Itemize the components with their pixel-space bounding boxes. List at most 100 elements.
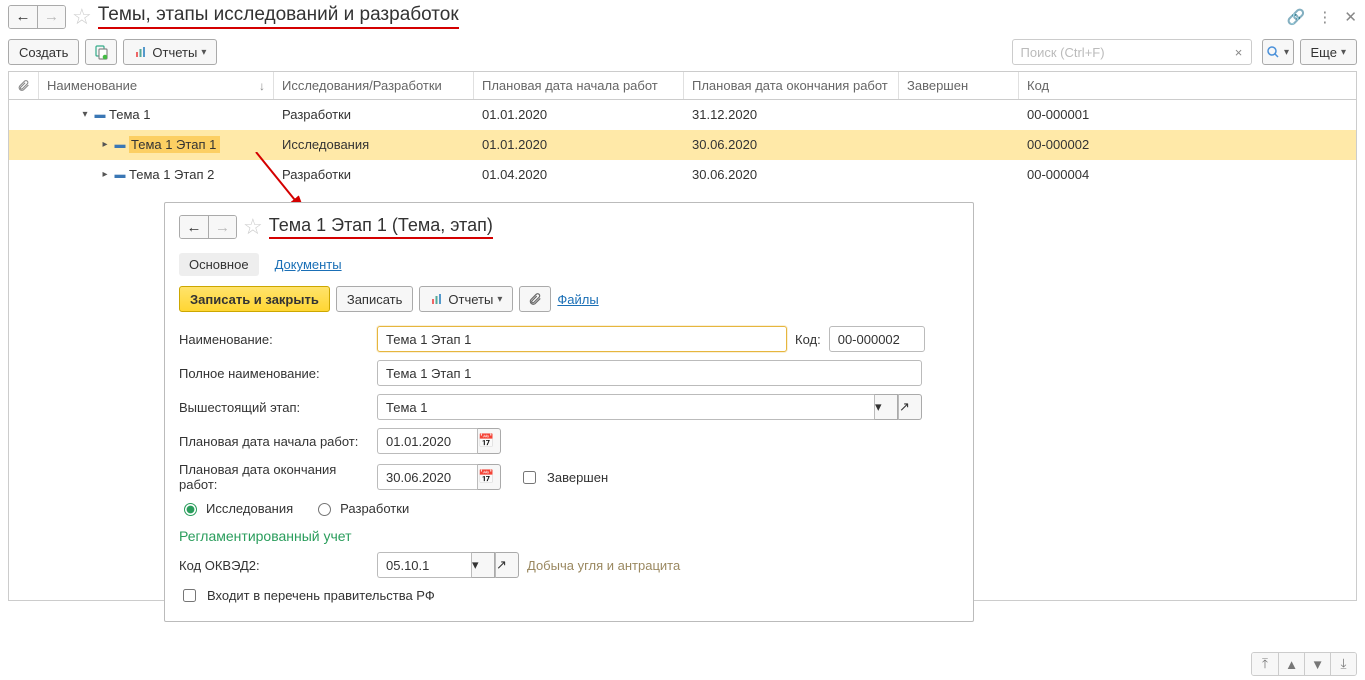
date-start-label: Плановая дата начала работ: — [179, 434, 369, 449]
name-label: Наименование: — [179, 332, 369, 347]
copy-icon — [93, 44, 109, 60]
okved-description: Добыча угля и антрацита — [527, 558, 680, 573]
titlebar: ← → ☆ Темы, этапы исследований и разрабо… — [0, 0, 1365, 33]
col-code[interactable]: Код — [1019, 72, 1356, 99]
chevron-down-icon: ▾ — [875, 399, 882, 415]
radio-research[interactable] — [184, 503, 197, 516]
pager-last-button[interactable]: ⤓ — [1330, 653, 1356, 675]
parent-field[interactable] — [377, 394, 874, 420]
attachments-button[interactable] — [519, 286, 551, 312]
parent-label: Вышестоящий этап: — [179, 400, 369, 415]
search-icon — [1266, 45, 1280, 59]
col-date-start[interactable]: Плановая дата начала работ — [474, 72, 684, 99]
tree-caret-icon[interactable]: ▸ — [99, 169, 111, 180]
pager-first-button[interactable]: ⤒ — [1252, 653, 1278, 675]
save-close-button[interactable]: Записать и закрыть — [179, 286, 330, 312]
name-field[interactable] — [377, 326, 787, 352]
card-nav-forward-button[interactable]: → — [208, 216, 236, 238]
code-field[interactable] — [829, 326, 925, 352]
okved-label: Код ОКВЭД2: — [179, 558, 369, 573]
reports-icon — [134, 45, 148, 59]
tree-item-icon: ▬ — [113, 169, 127, 181]
date-start-calendar-button[interactable]: 📅 — [477, 428, 501, 454]
tab-documents[interactable]: Документы — [275, 253, 342, 276]
table-row[interactable]: ▾▬Тема 1Разработки01.01.202031.12.202000… — [9, 100, 1356, 130]
parent-open-button[interactable]: ↗ — [898, 394, 922, 420]
tree-item-icon: ▬ — [93, 109, 107, 121]
gov-list-checkbox-label[interactable]: Входит в перечень правительства РФ — [179, 586, 959, 605]
nav-forward-button[interactable]: → — [37, 6, 65, 28]
nav-back-button[interactable]: ← — [9, 6, 37, 28]
chevron-down-icon: ▾ — [472, 557, 479, 573]
col-date-end[interactable]: Плановая дата окончания работ — [684, 72, 899, 99]
done-checkbox-label[interactable]: Завершен — [519, 468, 608, 487]
page-title: Темы, этапы исследований и разработок — [98, 4, 459, 29]
row-type: Разработки — [274, 107, 474, 122]
more-button[interactable]: Еще — [1300, 39, 1357, 65]
copy-button[interactable] — [85, 39, 117, 65]
save-button[interactable]: Записать — [336, 286, 414, 312]
col-name[interactable]: Наименование↓ — [39, 72, 274, 99]
okved-field[interactable] — [377, 552, 471, 578]
card-nav-back-button[interactable]: ← — [180, 216, 208, 238]
radio-dev[interactable] — [318, 503, 331, 516]
col-attachment[interactable] — [9, 72, 39, 99]
reports-icon — [430, 292, 444, 306]
pager-next-button[interactable]: ▼ — [1304, 653, 1330, 675]
radio-dev-label[interactable]: Разработки — [313, 500, 409, 516]
row-date-start: 01.01.2020 — [474, 137, 684, 152]
tree-caret-icon[interactable]: ▸ — [99, 139, 111, 150]
reports-button[interactable]: Отчеты — [123, 39, 217, 65]
gov-list-checkbox[interactable] — [183, 589, 196, 602]
full-name-field[interactable] — [377, 360, 922, 386]
table-row[interactable]: ▸▬Тема 1 Этап 1Исследования01.01.202030.… — [9, 130, 1356, 160]
row-name: Тема 1 Этап 1 — [129, 137, 220, 152]
row-code: 00-000001 — [1019, 107, 1356, 122]
tab-main[interactable]: Основное — [179, 253, 259, 276]
okved-open-button[interactable]: ↗ — [495, 552, 519, 578]
favorite-star-icon[interactable]: ☆ — [72, 6, 92, 28]
card-toolbar: Записать и закрыть Записать Отчеты Файлы — [179, 286, 959, 312]
row-date-end: 30.06.2020 — [684, 167, 899, 182]
search-clear-icon[interactable]: × — [1230, 45, 1248, 60]
row-code: 00-000002 — [1019, 137, 1356, 152]
type-radio-group: Исследования Разработки — [179, 500, 959, 516]
date-end-label: Плановая дата окончания работ: — [179, 462, 369, 492]
date-end-group: 📅 — [377, 464, 501, 490]
link-icon[interactable]: 🔗 — [1287, 8, 1306, 26]
row-code: 00-000004 — [1019, 167, 1356, 182]
calendar-icon: 📅 — [478, 469, 494, 485]
tree-caret-icon[interactable]: ▾ — [79, 109, 91, 120]
kebab-icon[interactable]: ⋮ — [1317, 8, 1332, 26]
date-end-calendar-button[interactable]: 📅 — [477, 464, 501, 490]
parent-dropdown-button[interactable]: ▾ — [874, 394, 898, 420]
card-tabs: Основное Документы — [179, 253, 959, 276]
tree-item-icon: ▬ — [113, 139, 127, 151]
table-row[interactable]: ▸▬Тема 1 Этап 2Разработки01.04.202030.06… — [9, 160, 1356, 190]
col-done[interactable]: Завершен — [899, 72, 1019, 99]
date-end-field[interactable] — [377, 464, 477, 490]
okved-dropdown-button[interactable]: ▾ — [471, 552, 495, 578]
search-input[interactable] — [1012, 39, 1252, 65]
row-name: Тема 1 Этап 2 — [129, 167, 214, 182]
row-date-end: 30.06.2020 — [684, 137, 899, 152]
parent-field-group: ▾ ↗ — [377, 394, 922, 420]
files-link[interactable]: Файлы — [557, 292, 598, 307]
radio-research-label[interactable]: Исследования — [179, 500, 293, 516]
search-button[interactable] — [1262, 39, 1294, 65]
done-checkbox[interactable] — [523, 471, 536, 484]
card-nav-buttons: ← → — [179, 215, 237, 239]
card-favorite-star-icon[interactable]: ☆ — [243, 216, 263, 238]
grid-pager: ⤒ ▲ ▼ ⤓ — [1251, 652, 1357, 676]
code-label: Код: — [795, 332, 821, 347]
date-start-field[interactable] — [377, 428, 477, 454]
open-icon: ↗ — [496, 557, 507, 573]
create-button[interactable]: Создать — [8, 39, 79, 65]
pager-prev-button[interactable]: ▲ — [1278, 653, 1304, 675]
col-type[interactable]: Исследования/Разработки — [274, 72, 474, 99]
row-date-start: 01.01.2020 — [474, 107, 684, 122]
close-icon[interactable]: ✕ — [1344, 8, 1357, 26]
card-reports-button[interactable]: Отчеты — [419, 286, 513, 312]
row-date-start: 01.04.2020 — [474, 167, 684, 182]
date-start-group: 📅 — [377, 428, 501, 454]
